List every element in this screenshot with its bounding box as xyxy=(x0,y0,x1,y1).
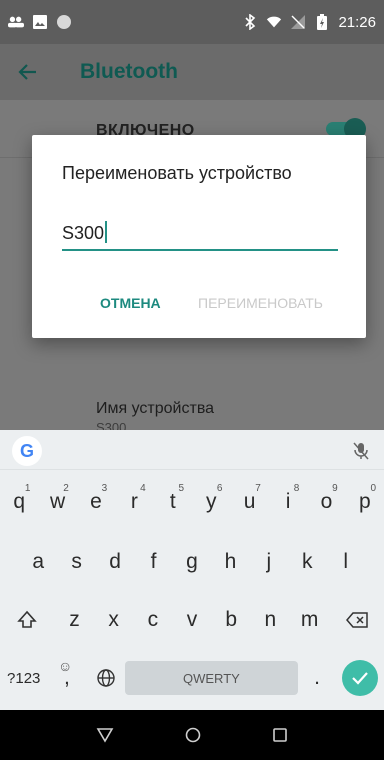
key-h[interactable]: h xyxy=(211,540,249,584)
emoji-icon: ☺ xyxy=(57,658,73,674)
row3-letters: zxcvbnm xyxy=(55,598,329,642)
home-circle-icon[interactable] xyxy=(185,727,201,743)
key-label: o xyxy=(320,490,333,513)
language-key[interactable] xyxy=(86,656,125,700)
bluetooth-icon xyxy=(242,14,258,30)
key-label: u xyxy=(243,490,256,513)
globe-icon xyxy=(96,669,115,687)
device-name-title: Имя устройства xyxy=(96,400,215,417)
key-q[interactable]: 1q xyxy=(0,480,38,524)
text-caret xyxy=(105,221,108,243)
arrow-left-icon xyxy=(18,64,36,80)
key-label: q xyxy=(13,490,26,513)
keyboard: G 1q2w3e4r5t6y7u8i9o0p asdfghjkl zxcvbnm… xyxy=(0,430,384,710)
key-w[interactable]: 2w xyxy=(38,480,76,524)
status-bar: 21:26 xyxy=(0,0,384,44)
backspace-icon xyxy=(345,612,368,628)
rename-dialog: Переименовать устройство S300 ОТМЕНА ПЕР… xyxy=(32,135,366,338)
dialog-title: Переименовать устройство xyxy=(62,163,292,183)
device-name-input-text: S300 xyxy=(62,223,105,243)
keyboard-toolbar: G xyxy=(0,430,384,470)
navigation-bar xyxy=(0,710,384,760)
key-label: y xyxy=(205,490,217,513)
recents-square-icon[interactable] xyxy=(272,727,288,743)
symbols-key[interactable]: ?123 xyxy=(0,656,47,700)
key-a[interactable]: a xyxy=(19,540,57,584)
key-c[interactable]: c xyxy=(133,598,172,642)
key-g[interactable]: g xyxy=(173,540,211,584)
app-bar: Bluetooth xyxy=(0,44,384,100)
key-m[interactable]: m xyxy=(290,598,329,642)
key-l[interactable]: l xyxy=(327,540,365,584)
key-u[interactable]: 7u xyxy=(230,480,268,524)
key-hint: 9 xyxy=(332,483,338,494)
key-t[interactable]: 5t xyxy=(154,480,192,524)
space-label: QWERTY xyxy=(125,661,298,695)
key-hint: 0 xyxy=(370,483,377,494)
key-d[interactable]: d xyxy=(96,540,134,584)
device-name-input[interactable]: S300 xyxy=(62,219,338,251)
key-x[interactable]: x xyxy=(94,598,133,642)
key-hint: 5 xyxy=(178,483,185,494)
wifi-icon xyxy=(266,14,282,30)
shift-icon xyxy=(17,610,38,628)
backspace-key[interactable] xyxy=(329,598,384,642)
google-search-button[interactable]: G xyxy=(12,436,42,466)
space-key[interactable]: QWERTY xyxy=(125,656,298,700)
key-f[interactable]: f xyxy=(134,540,172,584)
key-o[interactable]: 9o xyxy=(307,480,345,524)
key-hint: 3 xyxy=(101,483,108,494)
mic-off-icon[interactable] xyxy=(352,442,370,460)
enter-button xyxy=(342,660,379,696)
keyboard-row-3: zxcvbnm xyxy=(0,598,384,642)
key-hint: 2 xyxy=(63,483,69,494)
key-p[interactable]: 0p xyxy=(346,480,384,524)
key-z[interactable]: z xyxy=(55,598,94,642)
keyboard-row-4: ?123 ☺ , QWERTY . xyxy=(0,656,384,700)
rename-button[interactable]: ПЕРЕИМЕНОВАТЬ xyxy=(198,295,323,311)
status-right-icons: 21:26 xyxy=(242,14,376,31)
key-hint: 4 xyxy=(140,483,146,494)
key-hint: 6 xyxy=(216,483,223,494)
key-label: i xyxy=(285,490,291,513)
back-button[interactable] xyxy=(0,44,56,100)
key-s[interactable]: s xyxy=(57,540,95,584)
keyboard-row-1: 1q2w3e4r5t6y7u8i9o0p xyxy=(0,480,384,524)
back-triangle-icon[interactable] xyxy=(96,727,114,743)
bluetooth-toggle[interactable] xyxy=(326,118,366,140)
people-icon xyxy=(8,14,24,30)
no-signal-icon xyxy=(290,14,306,30)
key-label: t xyxy=(169,490,176,513)
status-left-icons xyxy=(8,14,72,30)
key-e[interactable]: 3e xyxy=(77,480,115,524)
key-label: e xyxy=(90,490,102,513)
screen: 21:26 Bluetooth ВКЛЮЧЕНО Имя устройства … xyxy=(0,0,384,760)
key-i[interactable]: 8i xyxy=(269,480,307,524)
check-icon xyxy=(352,672,369,685)
clock: 21:26 xyxy=(338,13,376,31)
key-hint: 1 xyxy=(24,483,31,494)
page-title: Bluetooth xyxy=(80,60,178,83)
key-y[interactable]: 6y xyxy=(192,480,230,524)
circle-icon xyxy=(56,14,72,30)
battery-icon xyxy=(314,14,330,30)
key-r[interactable]: 4r xyxy=(115,480,153,524)
key-b[interactable]: b xyxy=(212,598,251,642)
shift-key[interactable] xyxy=(0,598,55,642)
image-icon xyxy=(32,14,48,30)
key-v[interactable]: v xyxy=(172,598,211,642)
key-k[interactable]: k xyxy=(288,540,326,584)
enter-key[interactable] xyxy=(337,656,384,700)
cancel-button[interactable]: ОТМЕНА xyxy=(100,295,161,311)
period-key[interactable]: . xyxy=(298,656,337,700)
key-hint: 7 xyxy=(255,483,261,494)
key-label: r xyxy=(130,490,138,513)
key-label: p xyxy=(359,490,371,513)
emoji-comma-key[interactable]: ☺ , xyxy=(47,656,86,700)
key-j[interactable]: j xyxy=(250,540,288,584)
key-n[interactable]: n xyxy=(251,598,290,642)
key-hint: 8 xyxy=(293,483,300,494)
keyboard-row-2: asdfghjkl xyxy=(0,540,384,584)
